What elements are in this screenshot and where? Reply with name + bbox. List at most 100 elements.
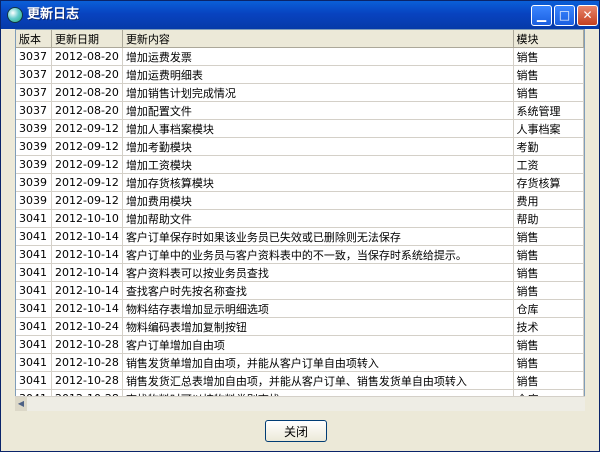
cell-version: 3037 (16, 101, 52, 120)
cell-module: 存货核算 (513, 173, 584, 192)
cell-content: 物料编码表增加复制按钮 (122, 317, 514, 336)
column-header-module[interactable]: 模块 (513, 30, 584, 48)
update-log-table: 版本 更新日期 更新内容 模块 3037 2012-08-20 增加运费发票 销售 30… (16, 30, 584, 409)
cell-date: 2012-09-12 (51, 137, 123, 156)
cell-date: 2012-10-10 (51, 209, 123, 228)
cell-content: 增加考勤模块 (122, 137, 514, 156)
table-row[interactable]: 3037 2012-08-20 增加配置文件 系统管理 (16, 101, 584, 120)
cell-content: 客户资料表可以按业务员查找 (122, 263, 514, 282)
window-close-button[interactable]: ✕ (577, 5, 598, 26)
cell-content: 查找客户时先按名称查找 (122, 281, 514, 300)
cell-date: 2012-10-28 (51, 335, 123, 354)
column-header-content[interactable]: 更新内容 (122, 30, 514, 48)
cell-version: 3041 (16, 371, 52, 390)
maximize-button[interactable]: □ (554, 5, 575, 26)
table-row[interactable]: 3041 2012-10-24 物料编码表增加复制按钮 技术 (16, 317, 584, 336)
cell-version: 3041 (16, 245, 52, 264)
cell-date: 2012-08-20 (51, 101, 123, 120)
cell-date: 2012-08-20 (51, 65, 123, 84)
cell-module: 销售 (513, 245, 584, 264)
cell-version: 3039 (16, 137, 52, 156)
window-title: 更新日志 (27, 7, 80, 22)
table-row[interactable]: 3039 2012-09-12 增加存货核算模块 存货核算 (16, 173, 584, 192)
cell-content: 增加存货核算模块 (122, 173, 514, 192)
table-row[interactable]: 3041 2012-10-28 销售发货单增加自由项，并能从客户订单自由项转入 销售 (16, 353, 584, 372)
cell-date: 2012-10-14 (51, 245, 123, 264)
cell-module: 销售 (513, 335, 584, 354)
cell-date: 2012-10-28 (51, 371, 123, 390)
cell-version: 3039 (16, 191, 52, 210)
cell-version: 3041 (16, 263, 52, 282)
table-row[interactable]: 3041 2012-10-14 客户资料表可以按业务员查找 销售 (16, 263, 584, 282)
table-row[interactable]: 3041 2012-10-28 客户订单增加自由项 销售 (16, 335, 584, 354)
cell-content: 增加运费明细表 (122, 65, 514, 84)
table-row[interactable]: 3041 2012-10-14 物料结存表增加显示明细选项 仓库 (16, 299, 584, 318)
cell-version: 3039 (16, 173, 52, 192)
minimize-button[interactable]: ▁ (531, 5, 552, 26)
cell-content: 物料结存表增加显示明细选项 (122, 299, 514, 318)
title-bar[interactable]: 更新日志 ▁ □ ✕ (1, 1, 599, 29)
cell-version: 3037 (16, 83, 52, 102)
cell-version: 3037 (16, 47, 52, 66)
cell-date: 2012-10-14 (51, 281, 123, 300)
table-row[interactable]: 3041 2012-10-14 客户订单保存时如果该业务员已失效或已删除则无法保存销… (16, 227, 584, 246)
cell-date: 2012-08-20 (51, 83, 123, 102)
maximize-icon: □ (558, 8, 571, 22)
cell-content: 增加销售计划完成情况 (122, 83, 514, 102)
close-icon: ✕ (582, 8, 593, 22)
cell-date: 2012-10-14 (51, 263, 123, 282)
table-row[interactable]: 3039 2012-09-12 增加人事档案模块 人事档案 (16, 119, 584, 138)
table-row[interactable]: 3041 2012-10-14 查找客户时先按名称查找 销售 (16, 281, 584, 300)
table-header-row: 版本 更新日期 更新内容 模块 (16, 30, 584, 48)
cell-module: 销售 (513, 353, 584, 372)
cell-version: 3039 (16, 155, 52, 174)
cell-module: 销售 (513, 47, 584, 66)
cell-date: 2012-09-12 (51, 155, 123, 174)
table-row[interactable]: 3041 2012-10-10 增加帮助文件 帮助 (16, 209, 584, 228)
table-row[interactable]: 3037 2012-08-20 增加运费发票 销售 (16, 47, 584, 66)
column-header-version[interactable]: 版本 (16, 30, 52, 48)
cell-date: 2012-10-28 (51, 353, 123, 372)
table-row[interactable]: 3041 2012-10-14 客户订单中的业务员与客户资料表中的不一致，当保存时系… (16, 245, 584, 264)
cell-module: 费用 (513, 191, 584, 210)
cell-content: 增加人事档案模块 (122, 119, 514, 138)
cell-version: 3041 (16, 281, 52, 300)
cell-content: 增加费用模块 (122, 191, 514, 210)
table-row[interactable]: 3041 2012-10-28 销售发货汇总表增加自由项，并能从客户订单、销售发货单… (16, 371, 584, 390)
close-button[interactable]: 关闭 (265, 420, 327, 442)
update-log-window: 更新日志 ▁ □ ✕ 版本 更新日期 更新内容 模块 3037 2012-08-2… (0, 0, 600, 452)
button-bar: 关闭 (1, 411, 599, 451)
cell-version: 3039 (16, 119, 52, 138)
cell-module: 考勤 (513, 137, 584, 156)
table-row[interactable]: 3037 2012-08-20 增加运费明细表 销售 (16, 65, 584, 84)
cell-content: 客户订单保存时如果该业务员已失效或已删除则无法保存 (122, 227, 514, 246)
cell-module: 销售 (513, 281, 584, 300)
cell-content: 客户订单中的业务员与客户资料表中的不一致，当保存时系统给提示。 (122, 245, 514, 264)
cell-module: 销售 (513, 371, 584, 390)
cell-module: 系统管理 (513, 101, 584, 120)
table-row[interactable]: 3039 2012-09-12 增加工资模块 工资 (16, 155, 584, 174)
cell-date: 2012-09-12 (51, 173, 123, 192)
cell-content: 销售发货汇总表增加自由项，并能从客户订单、销售发货单自由项转入 (122, 371, 514, 390)
update-log-grid[interactable]: 版本 更新日期 更新内容 模块 3037 2012-08-20 增加运费发票 销售 30… (15, 29, 585, 410)
cell-module: 销售 (513, 263, 584, 282)
cell-module: 帮助 (513, 209, 584, 228)
table-row[interactable]: 3039 2012-09-12 增加考勤模块 考勤 (16, 137, 584, 156)
column-header-date[interactable]: 更新日期 (51, 30, 123, 48)
scroll-left-icon[interactable]: ◀ (15, 397, 27, 411)
cell-content: 增加工资模块 (122, 155, 514, 174)
table-row[interactable]: 3037 2012-08-20 增加销售计划完成情况 销售 (16, 83, 584, 102)
cell-module: 仓库 (513, 299, 584, 318)
app-icon (7, 7, 23, 23)
cell-content: 增加运费发票 (122, 47, 514, 66)
table-row[interactable]: 3039 2012-09-12 增加费用模块 费用 (16, 191, 584, 210)
cell-module: 销售 (513, 83, 584, 102)
cell-date: 2012-09-12 (51, 119, 123, 138)
cell-version: 3041 (16, 317, 52, 336)
cell-version: 3041 (16, 335, 52, 354)
cell-module: 技术 (513, 317, 584, 336)
horizontal-scrollbar[interactable]: ◀ (15, 396, 585, 411)
cell-module: 销售 (513, 227, 584, 246)
cell-content: 客户订单增加自由项 (122, 335, 514, 354)
cell-content: 增加帮助文件 (122, 209, 514, 228)
